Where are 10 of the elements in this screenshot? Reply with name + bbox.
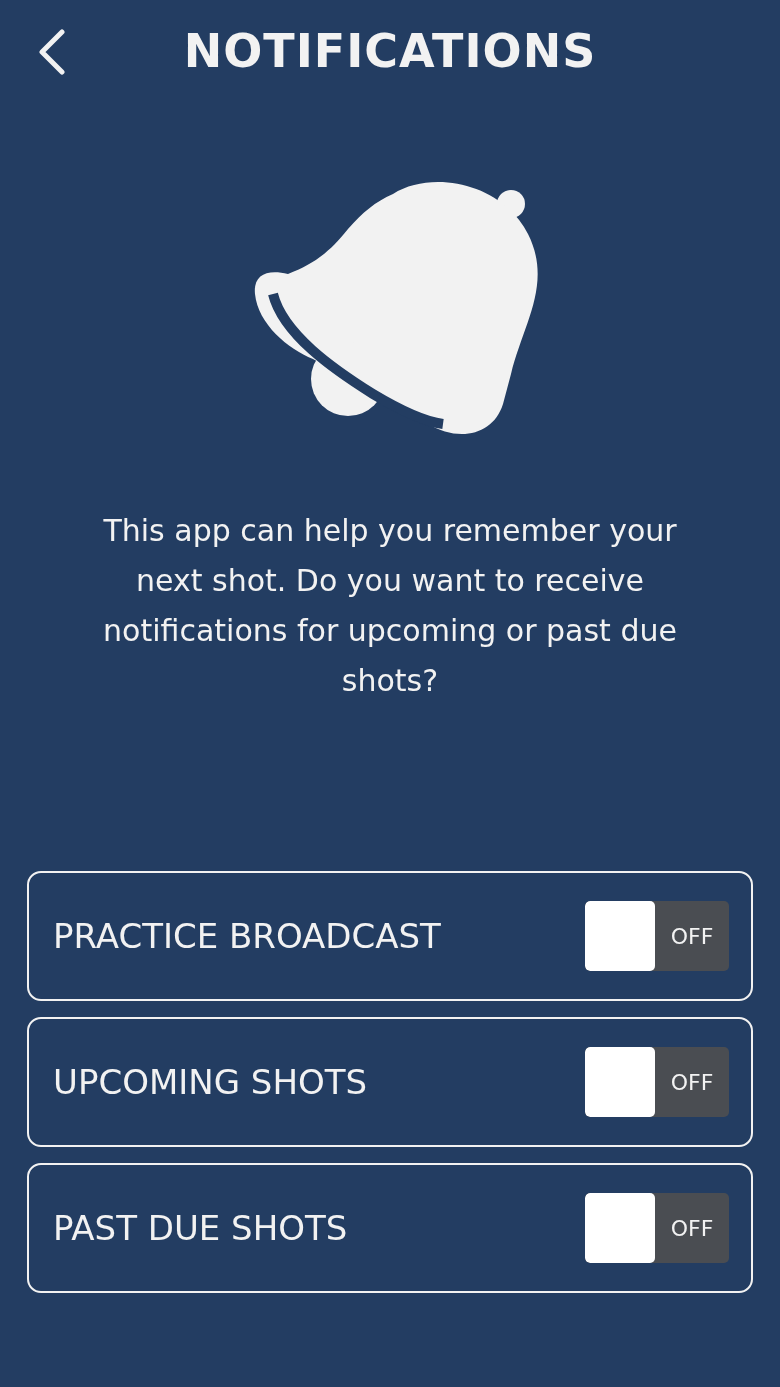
- notification-prompt-text: This app can help you remember your next shot. Do you want to receive notifications for upcoming or past due shots?: [102, 512, 678, 700]
- toggle-switch[interactable]: OFF: [585, 901, 729, 971]
- setting-label: UPCOMING SHOTS: [53, 1062, 368, 1102]
- setting-label: PAST DUE SHOTS: [53, 1208, 348, 1248]
- screen-title: NOTIFICATIONS: [183, 24, 597, 78]
- toggle-switch[interactable]: OFF: [585, 1193, 729, 1263]
- setting-label: PRACTICE BROADCAST: [53, 916, 441, 956]
- back-button[interactable]: [36, 29, 66, 75]
- toggle-switch[interactable]: OFF: [585, 1047, 729, 1117]
- back-icon: [36, 29, 66, 75]
